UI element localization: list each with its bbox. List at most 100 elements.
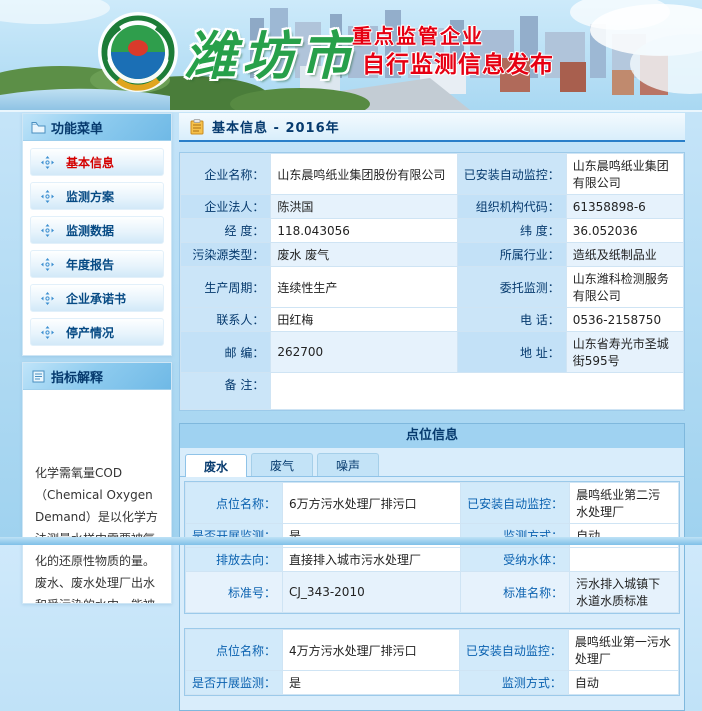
sidebar-item-production-stop[interactable]: 停产情况: [30, 318, 164, 346]
table-row: 是否开展监测： 是 监测方式： 自动: [186, 671, 678, 694]
field-value: 直接排入城市污水处理厂: [283, 548, 460, 571]
field-label: 已安装自动监控：: [460, 630, 568, 670]
field-label: 已安装自动监控：: [458, 154, 566, 194]
field-label: 联系人：: [181, 308, 270, 331]
field-label: 标准号：: [186, 572, 282, 612]
field-label: 备 注：: [181, 373, 270, 409]
field-value: 36.052036: [567, 219, 683, 242]
basic-info-table: 企业名称： 山东晨鸣纸业集团股份有限公司 已安装自动监控： 山东晨鸣纸业集团有限…: [179, 152, 685, 411]
move-arrows-icon: [41, 156, 54, 169]
indicator-explain-text: 化学需氧量COD（Chemical Oxygen Demand）是以化学方法测量…: [23, 390, 171, 604]
sidebar-item-label: 监测方案: [66, 188, 114, 205]
field-label: 已安装自动监控：: [461, 483, 569, 523]
field-value: 晨鸣纸业第一污水处理厂: [569, 630, 678, 670]
field-label: 纬 度：: [458, 219, 566, 242]
sidebar-item-label: 监测数据: [66, 222, 114, 239]
bottom-divider: [0, 537, 702, 545]
point-info-panel: 点位信息 废水 废气 噪声 点位名称： 6万方污水处理厂排污口 已安装自动监控：…: [179, 423, 685, 711]
sidebar-item-label: 年度报告: [66, 256, 114, 273]
field-label: 标准名称：: [461, 572, 569, 612]
city-name-title: 潍坊市: [184, 14, 358, 89]
point-table-1-wrap: 点位名称： 6万方污水处理厂排污口 已安装自动监控： 晨鸣纸业第二污水处理厂 是…: [180, 477, 684, 614]
function-menu-title: 功能菜单: [51, 118, 103, 137]
table-row: 污染源类型： 废水 废气 所属行业： 造纸及纸制品业: [181, 243, 683, 266]
site-slogan-line2: 自行监测信息发布: [362, 45, 554, 79]
point-table-2: 点位名称： 4万方污水处理厂排污口 已安装自动监控： 晨鸣纸业第一污水处理厂 是…: [184, 628, 680, 696]
field-value: 山东潍科检测服务有限公司: [567, 267, 683, 307]
table-row: 联系人： 田红梅 电 话： 0536-2158750: [181, 308, 683, 331]
sidebar-item-label: 基本信息: [66, 154, 114, 171]
field-value: 是: [283, 671, 459, 694]
field-value: 造纸及纸制品业: [567, 243, 683, 266]
field-label: 所属行业：: [458, 243, 566, 266]
notepad-icon: [31, 370, 46, 383]
field-value: 0536-2158750: [567, 308, 683, 331]
field-label: 是否开展监测：: [186, 671, 282, 694]
sidebar-item-annual-report[interactable]: 年度报告: [30, 250, 164, 278]
field-value: 污水排入城镇下水道水质标准: [570, 572, 678, 612]
field-label: 地 址：: [458, 332, 566, 372]
field-label: 企业名称：: [181, 154, 270, 194]
table-row: 邮 编： 262700 地 址： 山东省寿光市圣城街595号: [181, 332, 683, 372]
table-row: 生产周期： 连续性生产 委托监测： 山东潍科检测服务有限公司: [181, 267, 683, 307]
field-value: 山东晨鸣纸业集团股份有限公司: [271, 154, 456, 194]
field-value: 连续性生产: [271, 267, 456, 307]
indicator-explain-title: 指标解释: [51, 367, 103, 386]
basic-info-section-title: 基本信息 - 2016年: [212, 117, 340, 136]
field-value: 6万方污水处理厂排污口: [283, 483, 460, 523]
move-arrows-icon: [41, 190, 54, 203]
point-info-title: 点位信息: [180, 424, 684, 448]
folder-icon: [31, 121, 46, 134]
function-menu-panel: 功能菜单 基本信息 监测方案: [22, 113, 172, 356]
field-value: 田红梅: [271, 308, 456, 331]
field-label: 排放去向：: [186, 548, 282, 571]
field-value: CJ_343-2010: [283, 572, 460, 612]
clipboard-icon: [189, 119, 205, 135]
tab-wastewater[interactable]: 废水: [185, 454, 247, 477]
sidebar-item-label: 停产情况: [66, 324, 114, 341]
field-label: 组织机构代码：: [458, 195, 566, 218]
sidebar-item-commitment[interactable]: 企业承诺书: [30, 284, 164, 312]
field-value: [271, 373, 683, 409]
field-value: 陈洪国: [271, 195, 456, 218]
tab-wastegas[interactable]: 废气: [251, 453, 313, 476]
field-label: 监测方式：: [460, 671, 568, 694]
table-row-note: 备 注：: [181, 373, 683, 409]
point-table-gap: [180, 614, 684, 624]
table-row: 点位名称： 6万方污水处理厂排污口 已安装自动监控： 晨鸣纸业第二污水处理厂: [186, 483, 678, 523]
table-row: 企业名称： 山东晨鸣纸业集团股份有限公司 已安装自动监控： 山东晨鸣纸业集团有限…: [181, 154, 683, 194]
field-value: 山东省寿光市圣城街595号: [567, 332, 683, 372]
field-label: 受纳水体：: [461, 548, 569, 571]
field-label: 邮 编：: [181, 332, 270, 372]
field-label: 点位名称：: [186, 483, 282, 523]
field-label: 生产周期：: [181, 267, 270, 307]
field-value: [570, 548, 678, 571]
point-info-tabs: 废水 废气 噪声: [180, 448, 684, 477]
sidebar-item-basic-info[interactable]: 基本信息: [30, 148, 164, 176]
sidebar-item-monitor-plan[interactable]: 监测方案: [30, 182, 164, 210]
sidebar-item-monitor-data[interactable]: 监测数据: [30, 216, 164, 244]
indicator-explain-header: 指标解释: [23, 363, 171, 390]
field-value: 4万方污水处理厂排污口: [283, 630, 459, 670]
environment-bureau-logo: [96, 10, 180, 94]
function-menu-header: 功能菜单: [23, 114, 171, 141]
field-value: 61358898-6: [567, 195, 683, 218]
basic-info-section-header: 基本信息 - 2016年: [179, 113, 685, 142]
field-value: 山东晨鸣纸业集团有限公司: [567, 154, 683, 194]
field-label: 污染源类型：: [181, 243, 270, 266]
field-label: 企业法人：: [181, 195, 270, 218]
field-value: 废水 废气: [271, 243, 456, 266]
field-label: 委托监测：: [458, 267, 566, 307]
field-label: 点位名称：: [186, 630, 282, 670]
table-row: 企业法人： 陈洪国 组织机构代码： 61358898-6: [181, 195, 683, 218]
table-row: 标准号： CJ_343-2010 标准名称： 污水排入城镇下水道水质标准: [186, 572, 678, 612]
move-arrows-icon: [41, 292, 54, 305]
tab-noise[interactable]: 噪声: [317, 453, 379, 476]
point-table-1: 点位名称： 6万方污水处理厂排污口 已安装自动监控： 晨鸣纸业第二污水处理厂 是…: [184, 481, 680, 614]
field-value: 262700: [271, 332, 456, 372]
indicator-explain-panel: 指标解释 化学需氧量COD（Chemical Oxygen Demand）是以化…: [22, 362, 172, 604]
site-header: 潍坊市 重点监管企业 自行监测信息发布: [0, 0, 702, 112]
field-value: 118.043056: [271, 219, 456, 242]
sidebar-item-label: 企业承诺书: [66, 290, 126, 307]
field-label: 经 度：: [181, 219, 270, 242]
